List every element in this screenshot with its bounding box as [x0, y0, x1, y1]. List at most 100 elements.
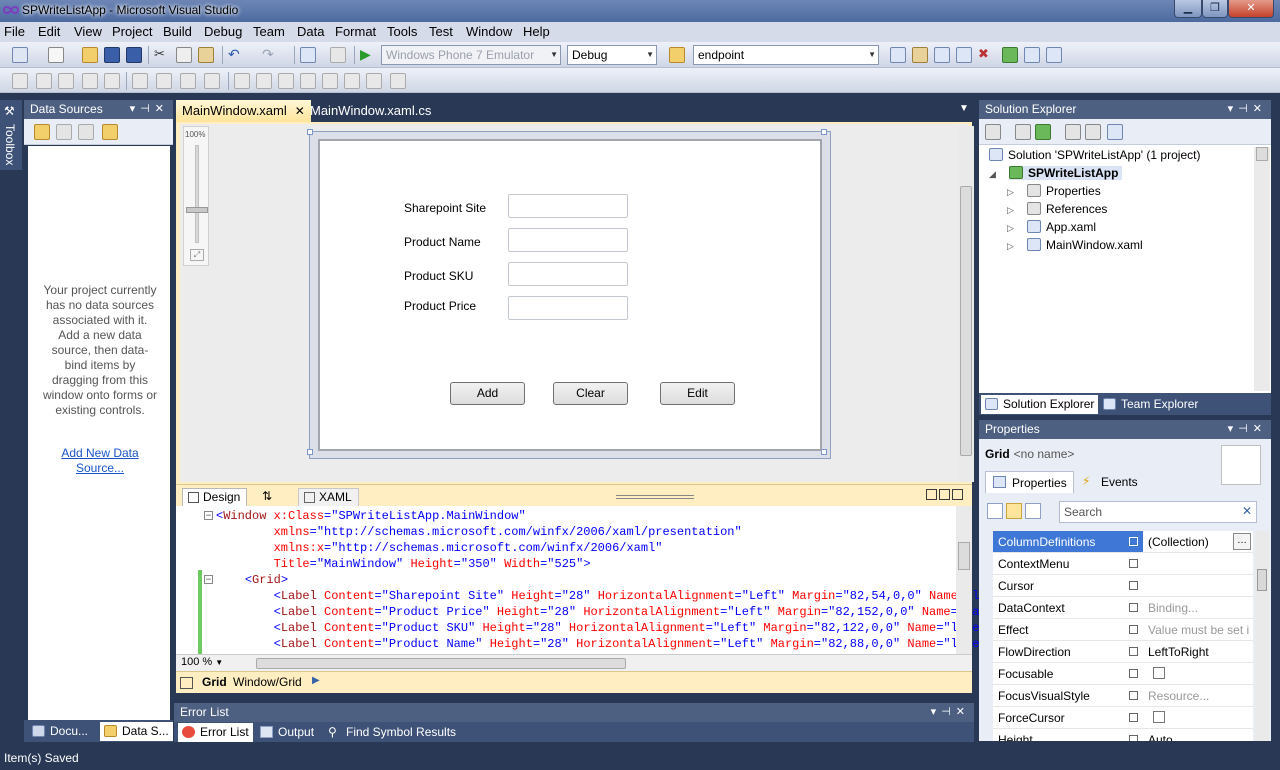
dropdown-icon[interactable]: ▾ — [1228, 103, 1239, 115]
expander-closed-icon[interactable]: ▷ — [1007, 223, 1014, 234]
splitter-grip[interactable] — [616, 495, 694, 499]
center-horizontally-icon[interactable] — [344, 73, 360, 89]
zoom-to-fit-icon[interactable]: ⤢ — [190, 249, 204, 261]
properties-window-icon[interactable] — [912, 47, 928, 63]
property-marker-icon[interactable] — [1129, 581, 1138, 590]
edit-dataset-icon[interactable] — [56, 124, 72, 140]
property-marker-icon[interactable] — [1129, 625, 1138, 634]
menu-project[interactable]: Project — [112, 24, 152, 39]
tab-document-outline[interactable]: Docu... — [28, 722, 92, 741]
property-marker-icon[interactable] — [1129, 559, 1138, 568]
make-same-height-icon[interactable] — [156, 73, 172, 89]
collapse-icon[interactable]: − — [204, 575, 213, 584]
increase-spacing-icon[interactable] — [256, 73, 272, 89]
zoom-thumb[interactable] — [186, 207, 208, 213]
textbox-product-sku[interactable] — [508, 262, 628, 286]
save-all-icon[interactable] — [126, 47, 142, 63]
label-product-name[interactable]: Product Name — [404, 235, 481, 249]
property-row[interactable]: FocusVisualStyle Resource... — [993, 685, 1253, 707]
new-project-icon[interactable] — [12, 47, 28, 63]
tab-design[interactable]: Design — [182, 488, 248, 506]
cut-icon[interactable]: ✂ — [154, 47, 170, 63]
expander-closed-icon[interactable]: ▷ — [1007, 205, 1014, 216]
property-row[interactable]: DataContext Binding... — [993, 597, 1253, 619]
designer-vertical-scrollbar[interactable] — [958, 126, 974, 482]
clear-search-icon[interactable]: ✕ — [1242, 504, 1252, 518]
scroll-thumb[interactable] — [1257, 569, 1267, 591]
menu-help[interactable]: Help — [523, 24, 550, 39]
property-marker-icon[interactable] — [1129, 735, 1138, 741]
property-grid-scrollbar[interactable] — [1255, 531, 1269, 741]
align-tops-icon[interactable] — [82, 73, 98, 89]
vertical-split-icon[interactable] — [926, 489, 937, 500]
tree-app-xaml[interactable]: App.xaml — [1027, 220, 1096, 234]
resize-handle[interactable] — [307, 449, 313, 455]
decrease-spacing-icon[interactable] — [278, 73, 294, 89]
extension-manager-icon[interactable] — [1002, 47, 1018, 63]
add-button[interactable]: Add — [450, 382, 525, 405]
menu-test[interactable]: Test — [429, 24, 453, 39]
dropdown-icon[interactable]: ▾ — [1228, 423, 1239, 435]
label-product-sku[interactable]: Product SKU — [404, 269, 473, 283]
object-browser-icon[interactable] — [934, 47, 950, 63]
align-centers-icon[interactable] — [36, 73, 52, 89]
property-marker-icon[interactable] — [1129, 603, 1138, 612]
property-row[interactable]: Focusable — [993, 663, 1253, 685]
close-icon[interactable]: ✕ — [155, 103, 169, 115]
tree-project[interactable]: SPWriteListApp — [1009, 166, 1123, 180]
make-same-width-icon[interactable] — [132, 73, 148, 89]
chevron-right-icon[interactable]: ▶ — [312, 675, 320, 686]
align-rights-icon[interactable] — [58, 73, 74, 89]
add-item-icon[interactable] — [48, 47, 64, 63]
close-icon[interactable]: ✕ — [1253, 103, 1267, 115]
clear-button[interactable]: Clear — [553, 382, 628, 405]
property-marker-icon[interactable] — [1129, 669, 1138, 678]
label-product-price[interactable]: Product Price — [404, 299, 476, 313]
refresh-icon[interactable] — [102, 124, 118, 140]
property-row[interactable]: Effect Value must be set i — [993, 619, 1253, 641]
view-class-diagram-icon[interactable] — [1107, 124, 1123, 140]
scroll-thumb[interactable] — [958, 542, 970, 570]
save-icon[interactable] — [104, 47, 120, 63]
menu-data[interactable]: Data — [297, 24, 324, 39]
navigate-forward-icon[interactable] — [330, 47, 346, 63]
menu-build[interactable]: Build — [163, 24, 192, 39]
add-data-source-icon[interactable] — [34, 124, 50, 140]
tab-solution-explorer[interactable]: Solution Explorer — [981, 395, 1099, 414]
horizontal-split-icon[interactable] — [939, 489, 950, 500]
tree-mainwindow-xaml[interactable]: MainWindow.xaml — [1027, 238, 1143, 252]
property-row[interactable]: FlowDirection LeftToRight — [993, 641, 1253, 663]
bring-to-front-icon[interactable] — [390, 73, 406, 89]
make-same-size-icon[interactable] — [180, 73, 196, 89]
navigate-backward-icon[interactable] — [300, 47, 316, 63]
align-lefts-icon[interactable] — [12, 73, 28, 89]
properties-icon[interactable] — [985, 124, 1001, 140]
property-row[interactable]: ContextMenu — [993, 553, 1253, 575]
resize-handle[interactable] — [821, 129, 827, 135]
align-middles-icon[interactable] — [104, 73, 120, 89]
maximize-button[interactable]: ❐ — [1202, 0, 1228, 18]
focusable-checkbox[interactable] — [1153, 667, 1165, 679]
pin-icon[interactable]: ⊣ — [941, 706, 956, 718]
grid-area[interactable]: Sharepoint Site Product Name Product SKU… — [318, 139, 822, 451]
menu-view[interactable]: View — [74, 24, 102, 39]
forcecursor-checkbox[interactable] — [1153, 711, 1165, 723]
view-designer-icon[interactable] — [1085, 124, 1101, 140]
start-page-icon[interactable] — [1024, 47, 1040, 63]
pin-icon[interactable]: ⊣ — [1238, 423, 1253, 435]
alphabetical-sort-icon[interactable] — [1006, 503, 1022, 519]
close-button[interactable]: ✕ — [1228, 0, 1274, 18]
toolbox-tab[interactable]: ⚒ Toolbox — [0, 100, 22, 170]
tab-data-sources[interactable]: Data S... — [100, 722, 173, 741]
expander-open-icon[interactable]: ◢ — [989, 169, 996, 180]
zoom-slider[interactable]: 100% ⤢ — [183, 126, 209, 266]
textbox-product-name[interactable] — [508, 228, 628, 252]
remove-spacing-icon[interactable] — [300, 73, 316, 89]
collapse-icon[interactable]: − — [204, 511, 213, 520]
refresh-icon[interactable] — [1035, 124, 1051, 140]
xaml-editor[interactable]: − − <Window x:Class="SPWriteListApp.Main… — [176, 506, 979, 654]
center-vertically-icon[interactable] — [366, 73, 382, 89]
minimize-button[interactable]: ▁ — [1174, 0, 1202, 18]
toolbox-icon[interactable] — [956, 47, 972, 63]
redo-icon[interactable]: ↷ — [262, 47, 278, 63]
